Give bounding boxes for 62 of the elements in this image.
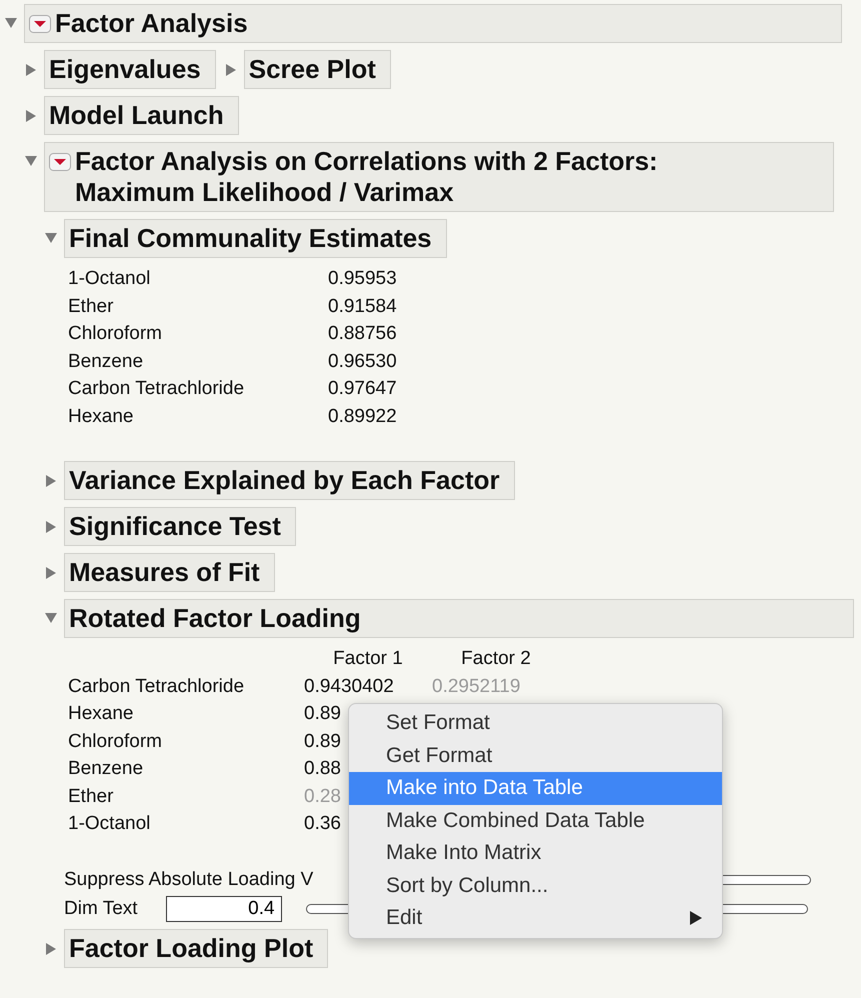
outline-header[interactable]: Factor Loading Plot xyxy=(64,928,328,968)
outline-header[interactable]: Factor Analysis xyxy=(24,4,842,43)
table-cell-text: 0.91584 xyxy=(328,294,397,318)
expand-triangle-icon[interactable] xyxy=(25,109,37,123)
expand-triangle-icon[interactable] xyxy=(45,566,57,580)
suppress-label: Suppress Absolute Loading V xyxy=(64,868,314,890)
column-header: Factor 2 xyxy=(461,647,531,671)
dim-text-label: Dim Text xyxy=(64,898,138,920)
collapse-triangle-icon[interactable] xyxy=(44,612,58,624)
table-cell-text: 0.95953 xyxy=(328,267,397,291)
expand-triangle-icon[interactable] xyxy=(45,942,57,956)
menu-item[interactable]: Make Combined Data Table xyxy=(349,804,722,837)
table-cell-text: 0.89 xyxy=(304,702,341,726)
menu-item[interactable]: Set Format xyxy=(349,707,722,740)
row-label: Hexane xyxy=(68,702,134,726)
table-cell-text: 0.97647 xyxy=(328,377,397,401)
row-label: Hexane xyxy=(68,404,134,428)
table-cell-text: 0.9430402 xyxy=(304,674,394,698)
outline-header[interactable]: Rotated Factor Loading xyxy=(64,599,854,638)
menu-item[interactable]: Make Into Matrix xyxy=(349,837,722,870)
table-cell-text: 0.89 xyxy=(304,730,341,754)
collapse-triangle-icon[interactable] xyxy=(24,155,38,167)
row-label: Chloroform xyxy=(68,322,162,346)
outline-header[interactable]: Factor Analysis on Correlations with 2 Factors: Maximum Likelihood / Varimax xyxy=(44,142,834,212)
menu-item[interactable]: Get Format xyxy=(349,740,722,772)
column-header: Factor 1 xyxy=(333,647,403,671)
outline-header[interactable]: Variance Explained by Each Factor xyxy=(64,461,515,500)
expand-triangle-icon[interactable] xyxy=(224,63,237,77)
expand-triangle-icon[interactable] xyxy=(25,63,37,77)
expand-triangle-icon[interactable] xyxy=(45,520,57,534)
table-cell-text: 0.96530 xyxy=(328,350,397,374)
outline-header[interactable]: Measures of Fit xyxy=(64,553,275,592)
outline-header[interactable]: Scree Plot xyxy=(244,50,391,89)
row-label: Benzene xyxy=(68,350,144,374)
table-cell-text: 0.36 xyxy=(304,812,341,836)
table-cell-text: 0.2952119 xyxy=(432,674,520,698)
table-cell-text: 0.88756 xyxy=(328,322,397,346)
dropdown-menu-icon[interactable] xyxy=(29,15,51,33)
table-cell-text: 0.89922 xyxy=(328,404,397,428)
row-label: Benzene xyxy=(68,757,144,781)
collapse-triangle-icon[interactable] xyxy=(4,17,18,29)
row-label: Carbon Tetrachloride xyxy=(68,674,244,698)
row-label: Ether xyxy=(68,784,114,808)
submenu-arrow-icon xyxy=(690,911,702,926)
menu-item[interactable]: Edit xyxy=(349,902,722,934)
outline-header[interactable]: Final Communality Estimates xyxy=(64,219,447,258)
menu-item[interactable]: Make into Data Table xyxy=(349,772,722,804)
row-label: Chloroform xyxy=(68,730,162,754)
outline-header[interactable]: Eigenvalues xyxy=(44,50,216,89)
collapse-triangle-icon[interactable] xyxy=(44,232,58,244)
table-cell-text: 0.28 xyxy=(304,784,341,808)
menu-item[interactable]: Sort by Column... xyxy=(349,870,722,902)
row-label: Carbon Tetrachloride xyxy=(68,377,244,401)
outline-header[interactable]: Significance Test xyxy=(64,507,296,546)
input-field[interactable]: 0.4 xyxy=(166,896,282,922)
expand-triangle-icon[interactable] xyxy=(45,474,57,488)
table-cell-text: 0.88 xyxy=(304,757,341,781)
outline-header[interactable]: Model Launch xyxy=(44,96,239,135)
row-label: 1-Octanol xyxy=(68,812,150,836)
dropdown-menu-icon[interactable] xyxy=(49,153,71,171)
row-label: 1-Octanol xyxy=(68,267,150,291)
row-label: Ether xyxy=(68,294,114,318)
